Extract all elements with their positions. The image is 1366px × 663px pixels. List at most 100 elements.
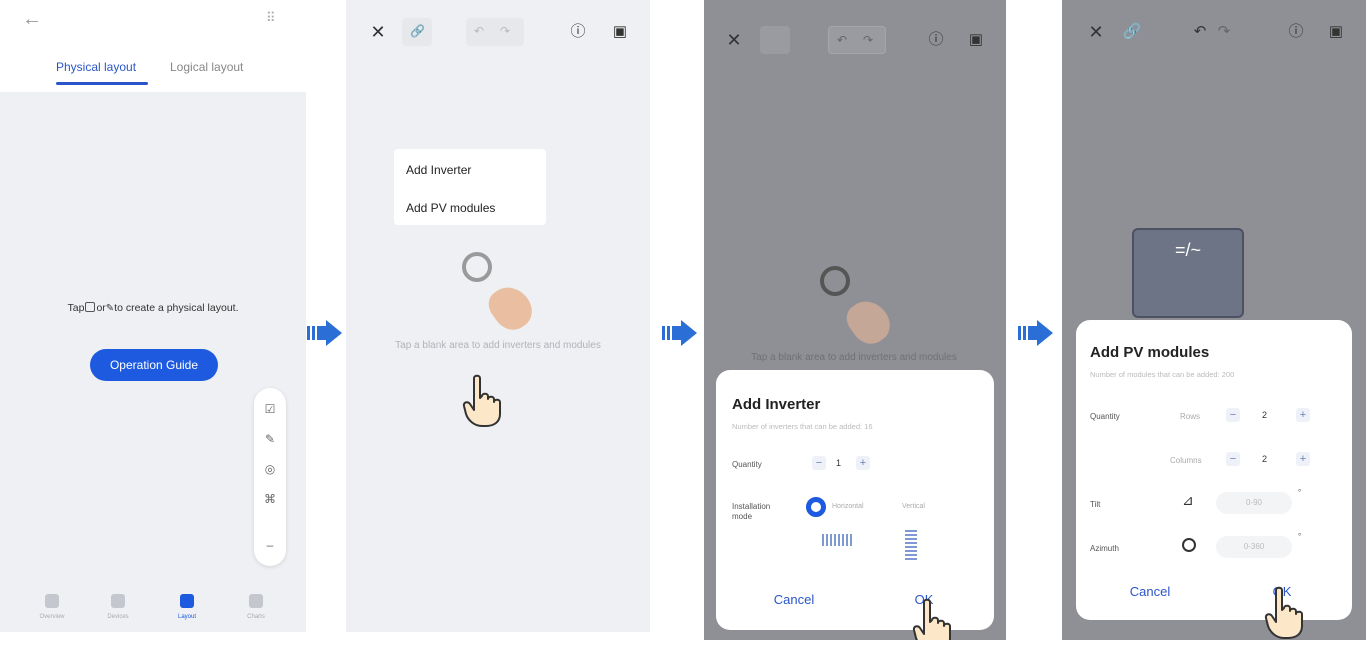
nav-devices[interactable]: Devices (88, 582, 148, 620)
back-arrow-icon[interactable]: ← (22, 8, 46, 32)
rows-decrement-button[interactable]: − (1226, 408, 1240, 422)
info-icon[interactable]: ⓘ (566, 20, 590, 44)
fullscreen-icon[interactable]: ⠿ (266, 10, 286, 30)
undo-icon[interactable]: ↶ (1188, 20, 1212, 44)
tap-hand-icon (912, 598, 951, 640)
save-icon[interactable]: ▣ (964, 28, 988, 52)
next-step-arrow-icon (1018, 320, 1053, 346)
hint-text: Tap a blank area to add inverters and mo… (395, 340, 601, 351)
inverter-block[interactable]: =/~ (1132, 228, 1244, 318)
tab-physical-layout[interactable]: Physical layout (56, 60, 136, 74)
installation-mode-label: Installation mode (732, 502, 771, 521)
link-button[interactable]: 🔗 (402, 18, 432, 46)
menu-add-inverter[interactable]: Add Inverter (406, 163, 471, 177)
dialog-subtitle: Number of modules that can be added: 200 (1090, 370, 1235, 379)
columns-value: 2 (1262, 454, 1268, 464)
nav-label: Devices (107, 614, 129, 620)
undo-icon[interactable]: ↶ (837, 33, 847, 47)
grid-icon[interactable]: ⌘ (254, 492, 286, 506)
redo-icon[interactable]: ↷ (863, 33, 873, 47)
message-suffix: to create a physical layout. (114, 302, 239, 314)
pencil-icon: ✎ (105, 303, 115, 314)
nav-label: Layout (177, 614, 196, 620)
azimuth-icon (1182, 538, 1196, 552)
menu-add-pv-modules[interactable]: Add PV modules (406, 201, 495, 215)
nav-charts[interactable]: Charts (226, 582, 286, 620)
add-inverter-dialog: Add Inverter Number of inverters that ca… (716, 370, 994, 630)
checkbox-icon[interactable]: ☑ (254, 402, 286, 416)
charts-icon (249, 594, 263, 608)
undo-redo-group: ↶ ↷ (828, 26, 886, 54)
screen-empty-layout: ← ⠿ Physical layout Logical layout Tap or… (0, 0, 306, 632)
screen-add-pv-modules: ✕ 🔗 ↶ ↷ ⓘ ▣ =/~ Add PV modules Number of… (1062, 0, 1366, 640)
horizontal-inverter-icon (822, 534, 852, 546)
redo-icon[interactable]: ↷ (1212, 20, 1236, 44)
screen-add-menu: ✕ 🔗 ↶ ↷ ⓘ ▣ Add Inverter Add PV modules … (346, 0, 650, 632)
message-mid: or (96, 302, 106, 314)
decrement-button[interactable]: − (812, 456, 826, 470)
pencil-icon[interactable]: ✎ (254, 432, 286, 446)
link-icon[interactable]: 🔗 (1120, 20, 1144, 44)
dialog-title: Add Inverter (732, 396, 821, 413)
close-icon[interactable]: ✕ (1084, 20, 1108, 44)
redo-icon[interactable]: ↷ (500, 24, 510, 38)
info-icon[interactable]: ⓘ (1284, 20, 1308, 44)
quantity-label: Quantity (732, 460, 762, 469)
overview-icon (45, 594, 59, 608)
empty-state-message: Tap or✎to create a physical layout. (0, 302, 306, 314)
hint-text: Tap a blank area to add inverters and mo… (751, 352, 957, 363)
nav-label: Charts (247, 614, 265, 620)
cancel-button[interactable]: Cancel (1110, 584, 1190, 599)
azimuth-label: Azimuth (1090, 544, 1119, 553)
columns-decrement-button[interactable]: − (1226, 452, 1240, 466)
rows-value: 2 (1262, 410, 1268, 420)
tab-logical-layout[interactable]: Logical layout (170, 60, 243, 74)
quantity-label: Quantity (1090, 412, 1120, 421)
floating-toolbar: ☑ ✎ ◎ ⌘ – (254, 388, 286, 566)
devices-icon (111, 594, 125, 608)
undo-redo-group: ↶ ↷ (466, 18, 524, 46)
tilt-label: Tilt (1090, 500, 1101, 509)
next-step-arrow-icon (662, 320, 697, 346)
degree-unit: ° (1298, 532, 1302, 541)
horizontal-radio[interactable] (806, 497, 826, 517)
next-step-arrow-icon (307, 320, 342, 346)
finger-illustration (482, 279, 540, 337)
columns-increment-button[interactable]: + (1296, 452, 1310, 466)
link-button[interactable] (760, 26, 790, 54)
checkbox-icon (85, 302, 96, 312)
cancel-button[interactable]: Cancel (754, 592, 834, 607)
tap-hand-icon (462, 374, 501, 427)
undo-icon[interactable]: ↶ (474, 24, 484, 38)
nav-overview[interactable]: Overview (22, 582, 82, 620)
add-menu: Add Inverter Add PV modules (394, 149, 546, 225)
inverter-symbol: =/~ (1174, 240, 1202, 260)
nav-label: Overview (39, 614, 65, 620)
close-icon[interactable]: ✕ (366, 20, 390, 44)
info-icon[interactable]: ⓘ (924, 28, 948, 52)
layers-icon[interactable]: ◎ (254, 462, 286, 476)
message-prefix: Tap (67, 302, 85, 314)
save-icon[interactable]: ▣ (1324, 20, 1348, 44)
rows-label: Rows (1180, 412, 1201, 421)
rows-increment-button[interactable]: + (1296, 408, 1310, 422)
close-icon[interactable]: ✕ (722, 28, 746, 52)
minus-icon[interactable]: – (254, 538, 286, 552)
screen-add-inverter: ✕ ↶ ↷ ⓘ ▣ Tap a blank area to add invert… (704, 0, 1006, 640)
dialog-title: Add PV modules (1090, 344, 1210, 361)
nav-layout[interactable]: Layout (157, 582, 217, 620)
tilt-input[interactable]: 0-90 (1216, 492, 1292, 514)
layout-icon (180, 594, 194, 608)
save-icon[interactable]: ▣ (608, 20, 632, 44)
increment-button[interactable]: + (856, 456, 870, 470)
bottom-nav: Overview Devices Layout Charts (0, 582, 306, 632)
tap-target-icon (462, 252, 492, 282)
active-tab-indicator (56, 82, 148, 85)
vertical-inverter-icon (905, 530, 917, 560)
azimuth-input[interactable]: 0-360 (1216, 536, 1292, 558)
dialog-subtitle: Number of inverters that can be added: 1… (732, 422, 873, 431)
tap-target-icon (820, 266, 850, 296)
tilt-icon: ⊿ (1182, 492, 1194, 508)
operation-guide-button[interactable]: Operation Guide (90, 349, 218, 381)
link-icon: 🔗 (410, 24, 425, 38)
